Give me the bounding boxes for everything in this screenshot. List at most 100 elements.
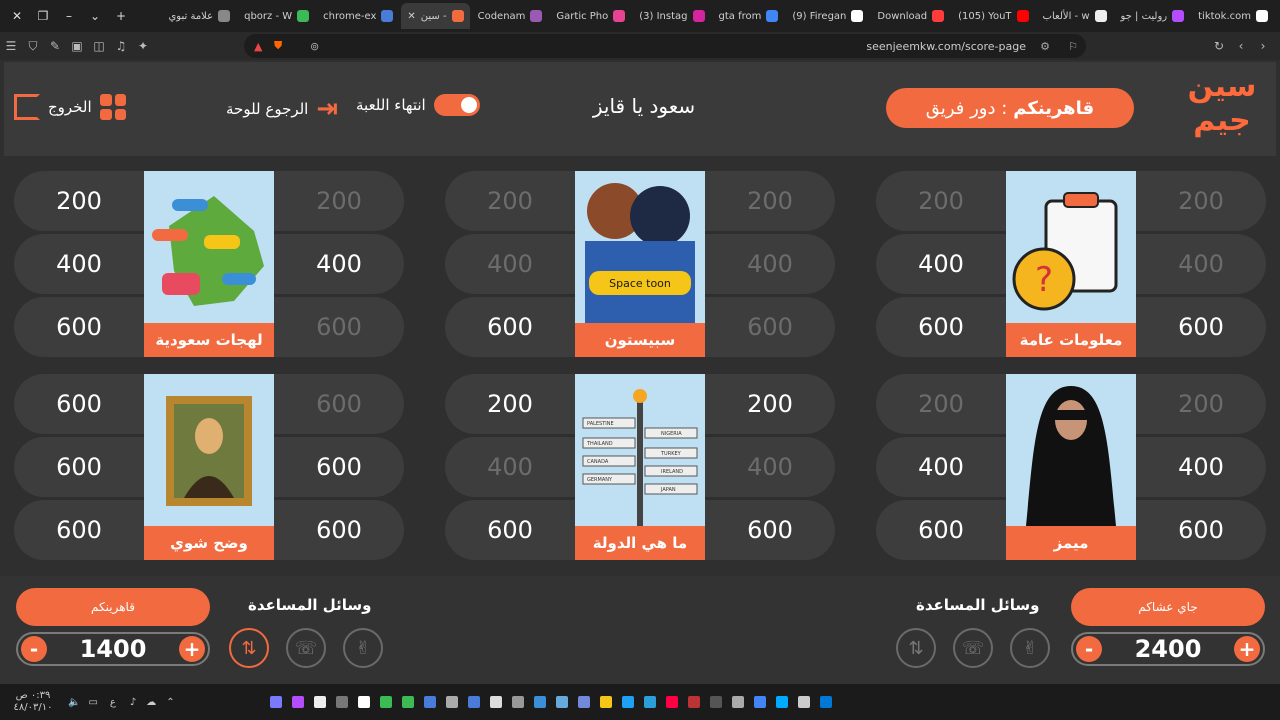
question-value-button[interactable]: 600 xyxy=(705,297,835,357)
phone-aid-icon[interactable]: ☏ xyxy=(953,628,993,668)
volume-icon[interactable]: 🔈 xyxy=(68,697,80,708)
music-icon[interactable]: ♫ xyxy=(110,39,132,53)
question-value-button[interactable]: 400 xyxy=(274,234,404,294)
new-tab-icon[interactable]: + xyxy=(110,9,132,23)
end-game-button[interactable]: انتهاء اللعبة xyxy=(356,94,480,116)
question-value-button[interactable]: 200 xyxy=(1136,171,1266,231)
browser-tab[interactable]: ✕ سين - xyxy=(401,3,470,29)
shield-icon[interactable]: ⛉ xyxy=(22,39,44,54)
browser-tab[interactable]: (105) YouT xyxy=(952,3,1034,29)
taskbar-app-icon[interactable] xyxy=(269,696,282,708)
taskbar-app-icon[interactable] xyxy=(577,696,590,708)
peace-aid-icon[interactable]: ✌ xyxy=(1010,628,1050,668)
sidebar-icon[interactable]: ▣ xyxy=(66,39,88,53)
question-value-button[interactable]: 400 xyxy=(1136,234,1266,294)
taskbar-app-icon[interactable] xyxy=(599,696,612,708)
browser-tab[interactable]: (3) Instag xyxy=(633,3,710,29)
reader-icon[interactable]: ⊚ xyxy=(310,40,319,53)
display-icon[interactable]: ▭ xyxy=(88,697,97,708)
swap-aid-icon[interactable]: ⇅ xyxy=(229,628,269,668)
phone-aid-icon[interactable]: ☏ xyxy=(286,628,326,668)
question-value-button[interactable]: 600 xyxy=(876,297,1006,357)
question-value-button[interactable]: 400 xyxy=(876,234,1006,294)
minus-button[interactable]: - xyxy=(1076,636,1102,662)
question-value-button[interactable]: 600 xyxy=(274,500,404,560)
question-value-button[interactable]: 400 xyxy=(445,234,575,294)
browser-tab[interactable]: chrome-ex xyxy=(317,3,399,29)
browser-tab[interactable]: الألعاب - w xyxy=(1037,3,1113,29)
question-value-button[interactable]: 200 xyxy=(445,171,575,231)
taskbar-app-icon[interactable] xyxy=(423,696,436,708)
question-value-button[interactable]: 600 xyxy=(445,297,575,357)
question-value-button[interactable]: 600 xyxy=(14,500,144,560)
extension-icon[interactable]: ✎ xyxy=(44,39,66,53)
tab-list-chevron-icon[interactable]: ⌄ xyxy=(84,9,106,23)
restore-window-icon[interactable]: ❐ xyxy=(32,9,54,23)
question-value-button[interactable]: 400 xyxy=(705,234,835,294)
taskbar-app-icon[interactable] xyxy=(291,696,304,708)
taskbar-app-icon[interactable] xyxy=(775,696,788,708)
taskbar-app-icon[interactable] xyxy=(819,696,832,708)
bookmark-icon[interactable]: ⚐ xyxy=(1068,40,1078,53)
cloud-icon[interactable]: ☁ xyxy=(146,697,156,708)
taskbar-app-icon[interactable] xyxy=(379,696,392,708)
exit-button[interactable]: الخروج xyxy=(14,94,92,120)
browser-tab[interactable]: Codenam xyxy=(472,3,549,29)
question-value-button[interactable]: 400 xyxy=(1136,437,1266,497)
browser-tab[interactable]: tiktok.com xyxy=(1192,3,1274,29)
question-value-button[interactable]: 600 xyxy=(445,500,575,560)
forward-icon[interactable]: › xyxy=(1252,39,1274,53)
question-value-button[interactable]: 600 xyxy=(14,374,144,434)
puzzle-icon[interactable]: ✦ xyxy=(132,39,154,53)
browser-tab[interactable]: qborz - W xyxy=(238,3,315,29)
question-value-button[interactable]: 600 xyxy=(14,297,144,357)
question-value-button[interactable]: 400 xyxy=(14,234,144,294)
question-value-button[interactable]: 600 xyxy=(705,500,835,560)
minus-button[interactable]: - xyxy=(21,636,47,662)
reload-icon[interactable]: ↻ xyxy=(1208,39,1230,53)
clock[interactable]: ٠:٣٩ ص ٤٨/٠٣/١٠ xyxy=(8,690,58,714)
browser-tab[interactable]: Gartic Pho xyxy=(550,3,631,29)
minimize-window-icon[interactable]: – xyxy=(58,9,80,23)
question-value-button[interactable]: 400 xyxy=(445,437,575,497)
back-icon[interactable]: ‹ xyxy=(1230,39,1252,53)
question-value-button[interactable]: 600 xyxy=(274,297,404,357)
close-tab-icon[interactable]: ✕ xyxy=(407,11,415,22)
taskbar-app-icon[interactable] xyxy=(313,696,326,708)
question-value-button[interactable]: 600 xyxy=(14,437,144,497)
taskbar-app-icon[interactable] xyxy=(445,696,458,708)
brave-shield-icon[interactable]: ⛊ xyxy=(274,39,282,53)
question-value-button[interactable]: 200 xyxy=(274,171,404,231)
swap-aid-icon[interactable]: ⇅ xyxy=(896,628,936,668)
question-value-button[interactable]: 200 xyxy=(14,171,144,231)
taskbar-app-icon[interactable] xyxy=(797,696,810,708)
taskbar-app-icon[interactable] xyxy=(555,696,568,708)
alert-triangle-icon[interactable]: ▲ xyxy=(254,40,262,53)
browser-tab[interactable]: علامة تبوي xyxy=(162,3,236,29)
question-value-button[interactable]: 400 xyxy=(705,437,835,497)
taskbar-app-icon[interactable] xyxy=(753,696,766,708)
taskbar-app-icon[interactable] xyxy=(357,696,370,708)
plus-button[interactable]: + xyxy=(178,636,205,662)
question-value-button[interactable]: 600 xyxy=(1136,297,1266,357)
question-value-button[interactable]: 600 xyxy=(1136,500,1266,560)
taskbar-app-icon[interactable] xyxy=(731,696,744,708)
question-value-button[interactable]: 200 xyxy=(876,171,1006,231)
back-to-board-button[interactable]: الرجوع للوحة ⇥ xyxy=(226,94,338,124)
question-value-button[interactable]: 200 xyxy=(705,374,835,434)
board-grid-button[interactable] xyxy=(100,94,126,120)
taskbar-app-icon[interactable] xyxy=(511,696,524,708)
browser-tab[interactable]: (9) Firegan xyxy=(786,3,869,29)
url-box[interactable]: ▲ ⛊ ⊚ seenjeemkw.com/score-page ⚙ ⚐ xyxy=(244,34,1086,58)
question-value-button[interactable]: 200 xyxy=(445,374,575,434)
tray-chevron-icon[interactable]: ⌃ xyxy=(166,697,174,708)
taskbar-app-icon[interactable] xyxy=(467,696,480,708)
taskbar-app-icon[interactable] xyxy=(401,696,414,708)
input-language[interactable]: ع xyxy=(110,697,116,708)
split-view-icon[interactable]: ◫ xyxy=(88,39,110,53)
browser-tab[interactable]: Download xyxy=(871,3,950,29)
url-text[interactable]: seenjeemkw.com/score-page xyxy=(866,40,1026,53)
taskbar-app-icon[interactable] xyxy=(489,696,502,708)
question-value-button[interactable]: 400 xyxy=(876,437,1006,497)
question-value-button[interactable]: 200 xyxy=(876,374,1006,434)
